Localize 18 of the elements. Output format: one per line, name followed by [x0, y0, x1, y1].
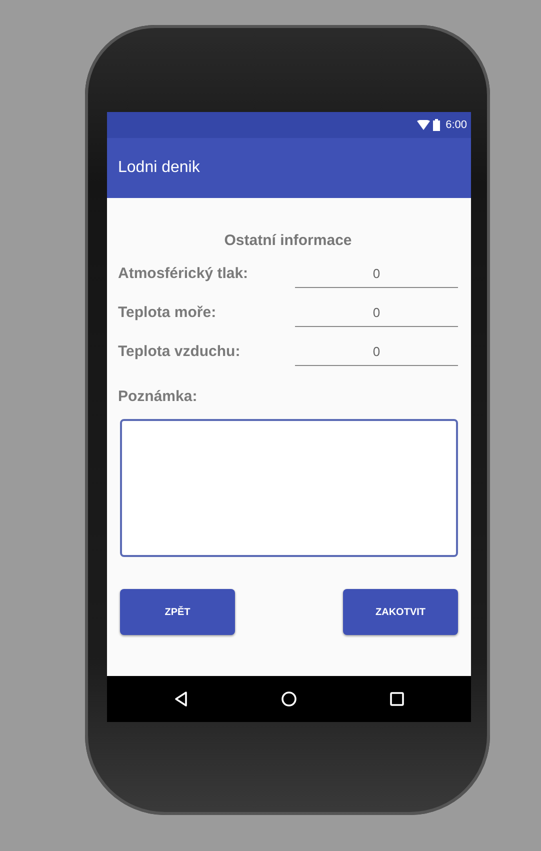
- note-field[interactable]: [120, 419, 458, 557]
- field-label: Atmosférický tlak:: [118, 265, 248, 284]
- field-label: Teplota vzduchu:: [118, 343, 240, 362]
- home-icon[interactable]: [280, 691, 297, 707]
- input-field[interactable]: 0: [295, 305, 458, 327]
- recent-apps-icon[interactable]: [390, 692, 404, 706]
- anchor-button[interactable]: ZAKOTVIT: [343, 589, 458, 635]
- battery-icon: [432, 119, 440, 131]
- input-field[interactable]: 0: [295, 344, 458, 366]
- status-time: 6:00: [446, 119, 467, 131]
- back-icon[interactable]: [174, 691, 188, 707]
- note-label: Poznámka:: [118, 388, 198, 405]
- section-heading: Ostatní informace: [223, 232, 353, 249]
- back-button[interactable]: ZPĚT: [120, 589, 235, 635]
- wifi-icon: [416, 120, 430, 130]
- app-title: Lodni denik: [118, 159, 200, 177]
- field-label: Teplota moře:: [118, 304, 216, 323]
- input-field[interactable]: 0: [295, 266, 458, 288]
